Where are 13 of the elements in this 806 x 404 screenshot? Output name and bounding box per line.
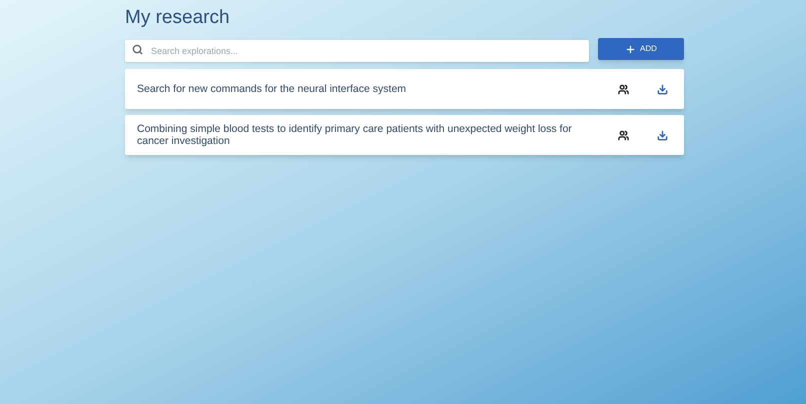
exploration-title: Combining simple blood tests to identify primary care patients with unexpected weight loss for cancer investigation <box>137 123 573 147</box>
people-icon[interactable] <box>618 130 629 140</box>
download-icon[interactable] <box>657 84 668 94</box>
search-icon <box>132 44 143 54</box>
download-icon[interactable] <box>657 130 668 140</box>
exploration-title: Search for new commands for the neural interface system <box>137 83 408 95</box>
exploration-card[interactable]: Search for new commands for the neural interface system <box>125 69 684 109</box>
people-icon[interactable] <box>618 84 629 94</box>
exploration-card[interactable]: Combining simple blood tests to identify primary care patients with unexpected weight loss for cancer investigation <box>125 115 684 155</box>
search-field[interactable]: Search explorations... <box>125 40 589 62</box>
add-button[interactable]: ADD <box>598 38 684 60</box>
page-title: My research <box>125 7 230 29</box>
plus-icon <box>625 44 636 54</box>
